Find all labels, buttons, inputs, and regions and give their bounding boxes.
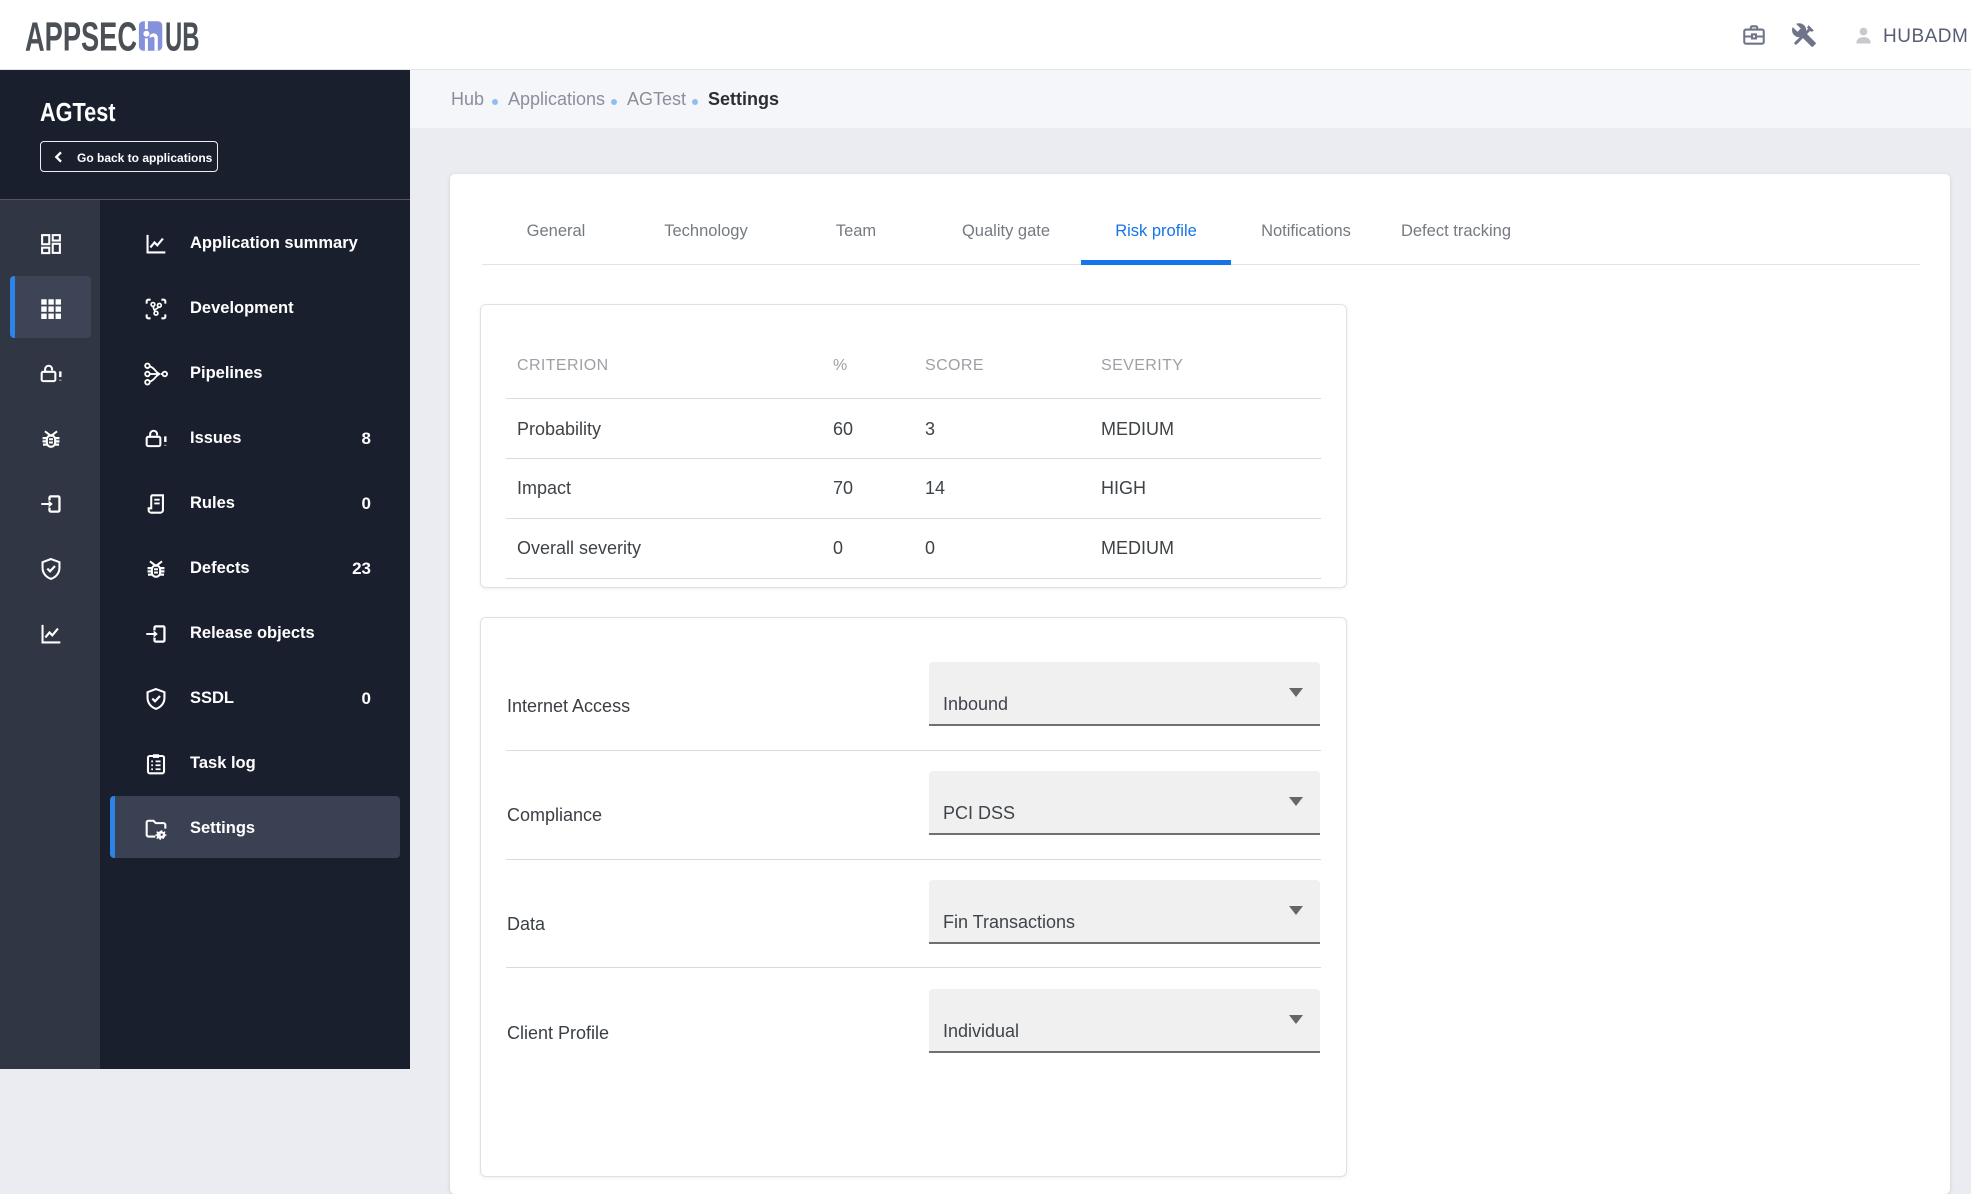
- svg-text:APPSEC: APPSEC: [25, 18, 137, 56]
- svg-text:UB: UB: [165, 18, 200, 56]
